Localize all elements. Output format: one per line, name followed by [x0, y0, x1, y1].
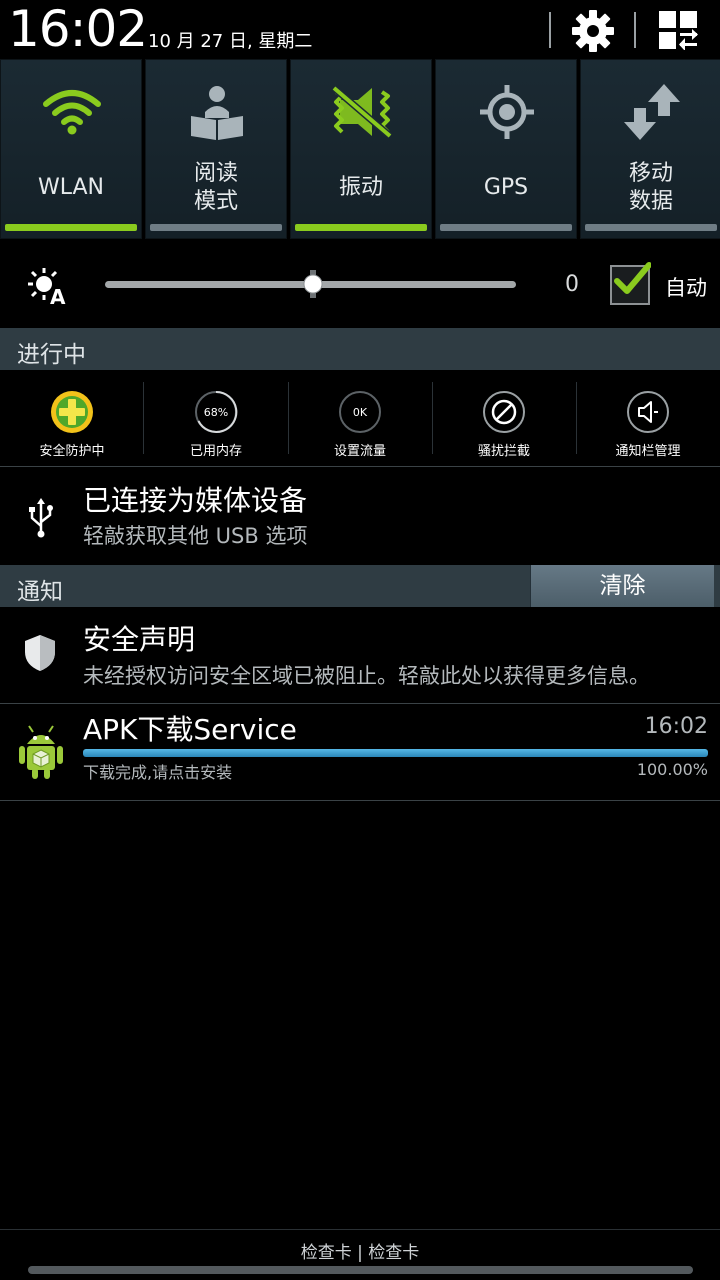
reading-mode-icon — [191, 86, 243, 140]
toggle-label-line1: 阅读 — [193, 161, 238, 186]
toggle-label-line2: 模式 — [193, 189, 238, 214]
tool-divider — [288, 382, 289, 454]
settings-gear-icon[interactable] — [570, 8, 616, 54]
tool-divider — [432, 382, 433, 454]
toggle-wlan[interactable]: WLAN — [0, 59, 142, 239]
notification-time: 16:02 — [644, 714, 708, 739]
gps-icon — [480, 85, 534, 139]
toggle-reading-mode[interactable]: 阅读 模式 — [145, 59, 287, 239]
toggle-indicator — [440, 224, 572, 231]
memory-icon: 68% — [195, 390, 238, 433]
divider — [0, 703, 720, 704]
clock: 16:02 — [8, 0, 148, 58]
notification-text: 下载完成,请点击安装 — [83, 763, 233, 782]
svg-text:A: A — [50, 285, 66, 306]
speaker-icon — [627, 391, 669, 433]
notification-header: 16:02 10 月 27 日, 星期二 — [0, 0, 720, 58]
toggle-label: GPS — [483, 175, 529, 200]
tool-label: 通知栏管理 — [615, 444, 681, 459]
tool-notif-manager[interactable]: 通知栏管理 — [576, 370, 720, 466]
usb-title: 已连接为媒体设备 — [83, 484, 308, 517]
notification-title: 安全声明 — [83, 623, 196, 656]
toggle-label-line1: 移动 — [628, 161, 673, 186]
tool-divider — [576, 382, 577, 454]
tool-label: 安全防护中 — [39, 444, 105, 459]
panel-drag-handle[interactable] — [28, 1266, 693, 1274]
toggle-gps[interactable]: GPS — [435, 59, 577, 239]
auto-brightness-label: 自动 — [665, 276, 707, 300]
vibrate-icon — [332, 85, 392, 139]
checkmark-icon — [614, 262, 651, 294]
toggle-label-line2: 数据 — [628, 189, 673, 214]
date: 10 月 27 日, 星期二 — [148, 31, 313, 52]
toggle-label: WLAN — [37, 175, 105, 200]
tool-label: 设置流量 — [333, 444, 386, 459]
divider — [0, 1229, 720, 1230]
toggle-indicator — [585, 224, 717, 231]
running-tools: 安全防护中 68% 已用内存 0K 设置流量 骚扰拦截 通知栏管理 — [0, 370, 720, 466]
quick-settings-toggles: WLAN 阅读 模式 振动 GPS 移动 数据 — [0, 59, 720, 239]
tool-security[interactable]: 安全防护中 — [0, 370, 144, 466]
notification-text: 未经授权访问安全区域已被阻止。轻敲此处以获得更多信息。 — [83, 664, 650, 688]
section-title: 通知 — [17, 579, 63, 605]
toggle-label: 阅读 模式 — [146, 160, 286, 216]
traffic-value: 0K — [353, 406, 368, 419]
download-progress-bar — [83, 749, 708, 757]
tool-label: 骚扰拦截 — [477, 444, 530, 459]
shield-icon — [25, 635, 55, 671]
android-package-icon — [19, 725, 63, 779]
notification-title: APK下载Service — [83, 713, 297, 746]
tool-memory[interactable]: 68% 已用内存 — [144, 370, 288, 466]
header-divider — [634, 12, 636, 48]
traffic-icon: 0K — [339, 391, 381, 433]
auto-brightness-checkbox[interactable] — [610, 262, 651, 305]
toggle-vibrate[interactable]: 振动 — [290, 59, 432, 239]
quick-panel-edit-icon[interactable] — [658, 10, 698, 50]
running-section-header: 进行中 — [0, 328, 720, 370]
tool-block[interactable]: 骚扰拦截 — [432, 370, 576, 466]
toggle-indicator — [150, 224, 282, 231]
tool-traffic[interactable]: 0K 设置流量 — [288, 370, 432, 466]
toggle-indicator — [295, 224, 427, 231]
block-icon — [483, 391, 525, 433]
toggle-indicator — [5, 224, 137, 231]
360-security-icon — [51, 391, 93, 433]
clear-button[interactable]: 清除 — [530, 565, 714, 607]
download-percent: 100.00% — [636, 760, 708, 779]
memory-percent: 68% — [204, 406, 228, 419]
mobile-data-icon — [624, 84, 680, 140]
carrier-label: 检查卡 | 检查卡 — [300, 1243, 420, 1263]
divider — [0, 466, 720, 467]
usb-subtitle: 轻敲获取其他 USB 选项 — [83, 524, 308, 548]
tool-label: 已用内存 — [189, 444, 242, 459]
header-divider — [549, 12, 551, 48]
usb-icon — [29, 498, 53, 538]
divider — [0, 800, 720, 801]
brightness-slider-thumb[interactable] — [303, 270, 323, 298]
toggle-mobile-data[interactable]: 移动 数据 — [580, 59, 720, 239]
tool-divider — [143, 382, 144, 454]
section-title: 进行中 — [17, 342, 86, 368]
auto-brightness-icon: A — [28, 268, 66, 306]
wifi-icon — [43, 90, 101, 135]
toggle-label: 移动 数据 — [581, 160, 720, 216]
brightness-value: 0 — [565, 272, 579, 297]
toggle-label: 振动 — [338, 175, 383, 200]
